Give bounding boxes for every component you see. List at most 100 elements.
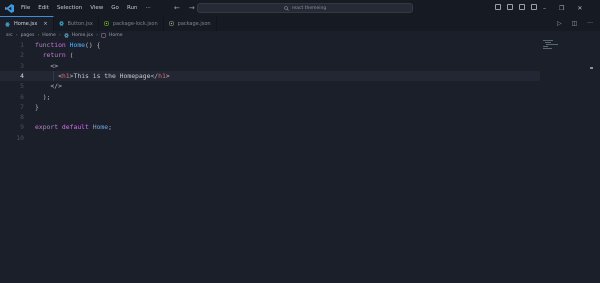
command-center-search[interactable]: react themeing <box>197 3 413 13</box>
code-token: </> <box>35 82 62 91</box>
tab-package-lock-json[interactable]: package-lock.json <box>99 16 164 31</box>
line-number: 7 <box>20 102 24 111</box>
code-token: This is the Homepage <box>73 71 151 80</box>
breadcrumb-symbol[interactable]: Home <box>109 33 123 38</box>
chevron-right-icon: › <box>58 33 61 38</box>
menu-file[interactable]: File <box>21 0 30 16</box>
tab-button-jsx[interactable]: Button.jsx <box>54 16 99 31</box>
tab-home-jsx[interactable]: Home.jsx × <box>0 16 54 31</box>
code-token: > <box>165 71 170 80</box>
restore-icon[interactable]: ❐ <box>559 5 564 12</box>
back-arrow-icon[interactable]: ← <box>174 4 180 12</box>
indent-guide <box>53 70 54 82</box>
close-window-icon[interactable]: ✕ <box>577 5 582 12</box>
line-number: 1 <box>20 41 24 49</box>
code-line[interactable]: 2 return ( <box>0 50 540 60</box>
code-line[interactable]: 7} <box>0 102 540 112</box>
minimap[interactable] <box>543 40 558 52</box>
react-icon <box>63 33 69 38</box>
more-actions-icon[interactable]: ··· <box>587 20 593 27</box>
code-line[interactable]: 3 <> <box>0 61 540 71</box>
breadcrumb-pages[interactable]: pages <box>21 33 35 38</box>
code-text: function Home() { <box>35 40 100 50</box>
code-text: export default Home; <box>35 122 112 132</box>
code-token: h1 <box>158 71 166 80</box>
menu-run[interactable]: Run <box>127 0 138 16</box>
toggle-sidebar-icon[interactable] <box>495 4 501 10</box>
code-text: ); <box>35 92 51 102</box>
menu-selection[interactable]: Selection <box>57 0 82 16</box>
vertical-scrollbar[interactable] <box>586 40 594 283</box>
code-token: h1 <box>61 71 70 80</box>
close-tab-icon[interactable]: × <box>43 21 47 27</box>
breadcrumb-file[interactable]: Home.jsx <box>72 33 93 38</box>
tab-label: Button.jsx <box>67 20 93 27</box>
search-text: react themeing <box>291 5 327 11</box>
react-icon <box>58 21 64 26</box>
chevron-right-icon: › <box>96 33 98 38</box>
code-token: < <box>35 71 62 80</box>
line-number: 3 <box>20 61 24 70</box>
code-token: </ <box>150 71 159 80</box>
toggle-secondary-sidebar-icon[interactable] <box>519 4 525 10</box>
minimize-icon[interactable]: – <box>543 5 546 12</box>
chevron-right-icon: › <box>37 33 40 38</box>
menu-more[interactable]: ··· <box>145 0 150 16</box>
code-text: <h1>This is the Homepage</h1> <box>35 71 170 81</box>
line-number: 5 <box>20 82 24 91</box>
toggle-panel-icon[interactable] <box>507 4 513 10</box>
line-number: 4 <box>20 71 24 80</box>
line-number: 6 <box>20 92 24 101</box>
code-line[interactable]: 4 <h1>This is the Homepage</h1> <box>0 70 540 82</box>
code-token: <> <box>35 61 59 70</box>
run-icon[interactable]: ▷ <box>557 20 562 27</box>
code-line[interactable]: 10 <box>0 133 540 143</box>
symbol-function-icon <box>101 33 106 38</box>
code-token: () { <box>85 41 101 49</box>
code-token: ); <box>35 92 51 101</box>
line-number: 8 <box>20 113 24 122</box>
code-token: export default <box>35 123 93 132</box>
breadcrumb-src[interactable]: src <box>6 33 13 38</box>
code-token: ; <box>108 123 112 132</box>
code-editor[interactable]: 1 function Home() {2 return (3 <> 4 <h1>Th… <box>0 40 600 283</box>
forward-arrow-icon[interactable]: → <box>189 4 195 12</box>
tab-label: package-lock.json <box>112 20 158 27</box>
tab-label: package.json <box>177 20 211 27</box>
menu-view[interactable]: View <box>90 0 103 16</box>
line-number: 10 <box>16 133 24 142</box>
menu-edit[interactable]: Edit <box>38 0 49 16</box>
scrollbar-cursor-marker <box>590 67 593 69</box>
code-line[interactable]: 9 export default Home; <box>0 122 540 132</box>
code-line[interactable]: 5 </> <box>0 81 540 91</box>
breadcrumb: src › pages › Home › Home.jsx › Home <box>6 31 123 40</box>
code-token: ( <box>69 51 74 60</box>
menu-go[interactable]: Go <box>111 0 119 16</box>
code-text: <> <box>35 61 58 71</box>
tab-package-json[interactable]: package.json <box>164 16 217 31</box>
code-text: } <box>35 102 39 112</box>
search-icon <box>283 5 289 11</box>
code-line[interactable]: 8 <box>0 112 540 122</box>
code-token: Home <box>92 123 109 132</box>
line-number: 2 <box>20 51 24 60</box>
line-number: 9 <box>20 123 24 132</box>
menu-bar: File Edit Selection View Go Run ··· <box>21 0 151 16</box>
code-text: </> <box>35 81 62 91</box>
vscode-logo-icon <box>5 3 14 13</box>
code-token: } <box>35 102 39 111</box>
split-editor-icon[interactable]: ◫ <box>572 20 578 27</box>
code-line[interactable]: 6 ); <box>0 92 540 102</box>
title-bar: File Edit Selection View Go Run ··· ← → … <box>0 0 600 16</box>
code-token: function <box>35 41 70 49</box>
json-icon <box>168 21 174 26</box>
code-token: Home <box>69 41 86 49</box>
editor-tabs: Home.jsx × Button.jsx package-lock.json … <box>0 16 600 31</box>
json-icon <box>104 21 109 26</box>
code-line[interactable]: 1 function Home() { <box>0 40 540 50</box>
tab-label: Home.jsx <box>14 21 38 27</box>
code-text: return ( <box>35 50 74 60</box>
react-icon <box>5 21 10 27</box>
breadcrumb-home-folder[interactable]: Home <box>42 33 56 38</box>
customize-layout-icon[interactable] <box>531 4 537 10</box>
